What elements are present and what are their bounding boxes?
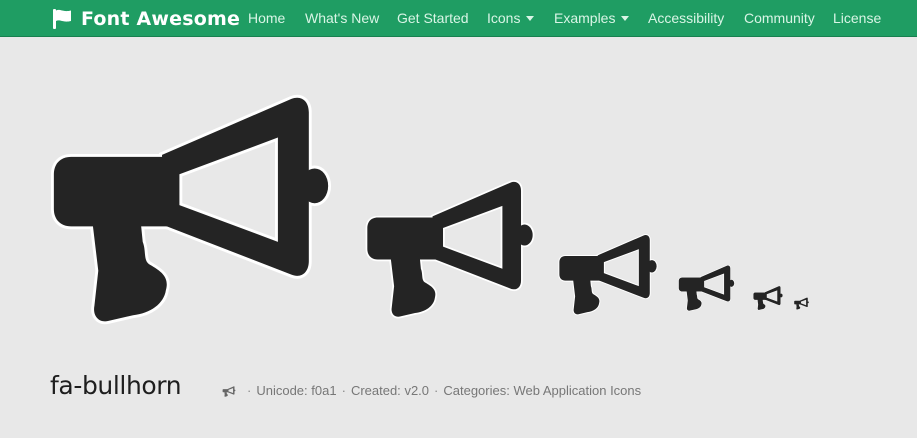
nav-icons-dropdown[interactable]: Icons	[487, 0, 535, 37]
nav-get-started-label: Get Started	[397, 10, 469, 26]
bullhorn-icon	[678, 264, 735, 312]
nav-community[interactable]: Community	[744, 0, 815, 37]
nav-whats-new[interactable]: What's New	[305, 0, 379, 37]
meta-separator: ·	[247, 383, 252, 398]
bullhorn-icon	[50, 90, 332, 328]
caret-down-icon	[526, 16, 535, 21]
bullhorn-icon	[753, 285, 783, 311]
nav-whats-new-label: What's New	[305, 10, 380, 26]
created-value: v2.0	[404, 383, 430, 398]
nav-examples-dropdown[interactable]: Examples	[554, 0, 630, 37]
nav-license[interactable]: License	[833, 0, 881, 37]
nav-community-label: Community	[744, 10, 815, 26]
nav-home-label: Home	[248, 10, 286, 26]
category-link[interactable]: Web Application Icons	[513, 383, 641, 398]
caret-down-icon	[621, 16, 630, 21]
nav-accessibility[interactable]: Accessibility	[648, 0, 724, 37]
categories-label: Categories:	[443, 383, 510, 398]
nav-examples-label: Examples	[554, 10, 616, 26]
nav-home[interactable]: Home	[248, 0, 285, 37]
brand-name: Font Awesome	[81, 7, 241, 30]
top-navbar: Font Awesome Home What's New Get Started…	[0, 0, 917, 37]
icon-meta: · Unicode: f0a1 · Created: v2.0 · Catego…	[222, 383, 641, 398]
bullhorn-icon	[222, 385, 236, 397]
icon-name-heading: fa-bullhorn	[50, 371, 182, 400]
created-label: Created:	[350, 383, 401, 398]
meta-separator: ·	[341, 383, 346, 398]
bullhorn-icon	[365, 177, 535, 321]
bullhorn-icon	[794, 297, 809, 310]
icon-size-showcase	[0, 38, 917, 338]
nav-accessibility-label: Accessibility	[648, 10, 725, 26]
unicode-value: f0a1	[311, 383, 337, 398]
bullhorn-icon	[558, 232, 658, 317]
flag-icon	[51, 8, 73, 30]
nav-icons-label: Icons	[487, 10, 521, 26]
brand-link[interactable]: Font Awesome	[51, 0, 240, 37]
nav-get-started[interactable]: Get Started	[397, 0, 469, 37]
nav-license-label: License	[833, 10, 882, 26]
unicode-label: Unicode:	[256, 383, 308, 398]
meta-separator: ·	[434, 383, 439, 398]
